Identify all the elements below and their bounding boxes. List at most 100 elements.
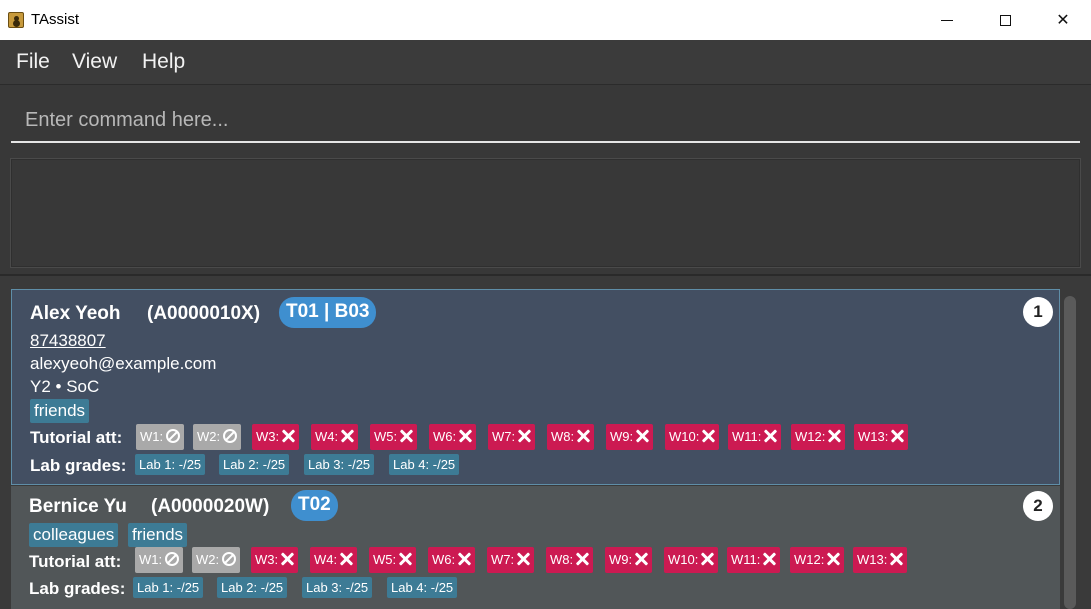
lab-grade: Lab 3: -/25	[304, 454, 375, 475]
week-label: W1:	[139, 552, 163, 567]
absent-icon	[635, 429, 649, 443]
week-label: W9:	[609, 552, 633, 567]
absent-icon	[890, 429, 904, 443]
week-label: W5:	[373, 552, 397, 567]
attendance-chip: W12:	[791, 424, 846, 450]
maximize-button[interactable]	[976, 0, 1034, 40]
title-bar: TAssist ✕	[0, 0, 1091, 40]
week-label: W2:	[197, 429, 221, 444]
absent-icon	[457, 552, 471, 566]
week-label: W6:	[432, 552, 456, 567]
attendance-chip: W13:	[853, 547, 908, 573]
close-button[interactable]: ✕	[1034, 0, 1091, 40]
absent-icon	[763, 429, 777, 443]
absent-icon	[576, 429, 590, 443]
week-label: W5:	[374, 429, 398, 444]
lab-grade: Lab 1: -/25	[135, 454, 206, 475]
group-badge: T02	[291, 490, 338, 521]
absent-icon	[762, 552, 776, 566]
week-label: W10:	[668, 552, 699, 567]
week-label: W1:	[140, 429, 164, 444]
week-label: W3:	[256, 429, 280, 444]
week-label: W7:	[492, 429, 516, 444]
week-label: W13:	[858, 429, 889, 444]
tag: friends	[128, 523, 188, 547]
list-scrollbar[interactable]	[1064, 296, 1076, 609]
student-id: (A0000010X)	[147, 303, 261, 324]
menu-view[interactable]: View	[72, 50, 117, 74]
minimize-button[interactable]	[918, 0, 976, 40]
menu-help[interactable]: Help	[142, 50, 185, 74]
attendance-chip: W11:	[728, 424, 782, 450]
person-card-1[interactable]: Alex Yeoh (A0000010X) T01 | B03 1 874388…	[11, 289, 1060, 485]
absent-icon	[700, 552, 714, 566]
person-name: Bernice Yu	[29, 496, 127, 517]
lab-grades-label: Lab grades:	[30, 456, 127, 475]
lab-grades-label: Lab grades:	[29, 579, 126, 598]
maximize-icon	[999, 14, 1011, 26]
week-label: W4:	[315, 429, 339, 444]
absent-icon	[458, 429, 472, 443]
week-label: W11:	[732, 429, 762, 444]
not-applicable-icon	[223, 429, 238, 443]
group-badge: T01 | B03	[279, 297, 377, 328]
attendance-chip: W6:	[428, 547, 476, 573]
absent-icon	[634, 552, 648, 566]
absent-icon	[517, 429, 531, 443]
attendance-chip: W3:	[252, 424, 300, 450]
attendance-chip: W11:	[727, 547, 781, 573]
absent-icon	[340, 429, 354, 443]
lab-grade: Lab 1: -/25	[133, 577, 204, 598]
attendance-chip: W4:	[310, 547, 358, 573]
student-id: (A0000020W)	[151, 496, 270, 517]
tutorial-attendance-label: Tutorial att:	[30, 428, 123, 447]
week-label: W8:	[551, 429, 575, 444]
index-badge: 1	[1023, 297, 1053, 327]
attendance-chip: W12:	[790, 547, 845, 573]
week-label: W3:	[255, 552, 279, 567]
close-icon: ✕	[1056, 12, 1070, 29]
person-name: Alex Yeoh	[30, 303, 121, 324]
menu-bar: File View Help	[0, 40, 1091, 85]
attendance-chip: W5:	[369, 547, 417, 573]
absent-icon	[701, 429, 715, 443]
menu-file[interactable]: File	[16, 50, 50, 74]
absent-icon	[575, 552, 589, 566]
absent-icon	[339, 552, 353, 566]
person-card-2[interactable]: Bernice Yu (A0000020W) T02 2 colleagues …	[11, 486, 1060, 609]
week-label: W4:	[314, 552, 338, 567]
not-applicable-icon	[166, 429, 181, 443]
attendance-chip: W9:	[606, 424, 654, 450]
not-applicable-icon	[165, 552, 180, 566]
attendance-chip: W8:	[546, 547, 594, 573]
attendance-chip: W9:	[605, 547, 653, 573]
absent-icon	[281, 429, 295, 443]
attendance-chip: W2:	[192, 547, 241, 573]
week-label: W11:	[731, 552, 761, 567]
attendance-chip: W6:	[429, 424, 477, 450]
week-label: W6:	[433, 429, 457, 444]
tag: friends	[30, 399, 90, 423]
attendance-chip: W2:	[193, 424, 242, 450]
result-display	[10, 158, 1081, 268]
app-icon	[8, 12, 24, 28]
index-badge: 2	[1023, 491, 1053, 521]
absent-icon	[516, 552, 530, 566]
attendance-chip: W7:	[487, 547, 535, 573]
absent-icon	[399, 429, 413, 443]
year-faculty: Y2 • SoC	[30, 377, 100, 396]
window-title: TAssist	[31, 11, 80, 28]
attendance-chip: W8:	[547, 424, 595, 450]
week-label: W10:	[669, 429, 700, 444]
phone-number[interactable]: 87438807	[30, 331, 106, 351]
attendance-chip: W13:	[854, 424, 909, 450]
tutorial-attendance-label: Tutorial att:	[29, 552, 122, 571]
attendance-chip: W10:	[665, 424, 720, 450]
week-label: W13:	[857, 552, 888, 567]
attendance-chip: W5:	[370, 424, 418, 450]
attendance-chip: W7:	[488, 424, 536, 450]
attendance-chip: W1:	[135, 547, 184, 573]
lab-grade: Lab 2: -/25	[217, 577, 288, 598]
command-input[interactable]	[11, 99, 1080, 143]
attendance-chip: W1:	[136, 424, 185, 450]
